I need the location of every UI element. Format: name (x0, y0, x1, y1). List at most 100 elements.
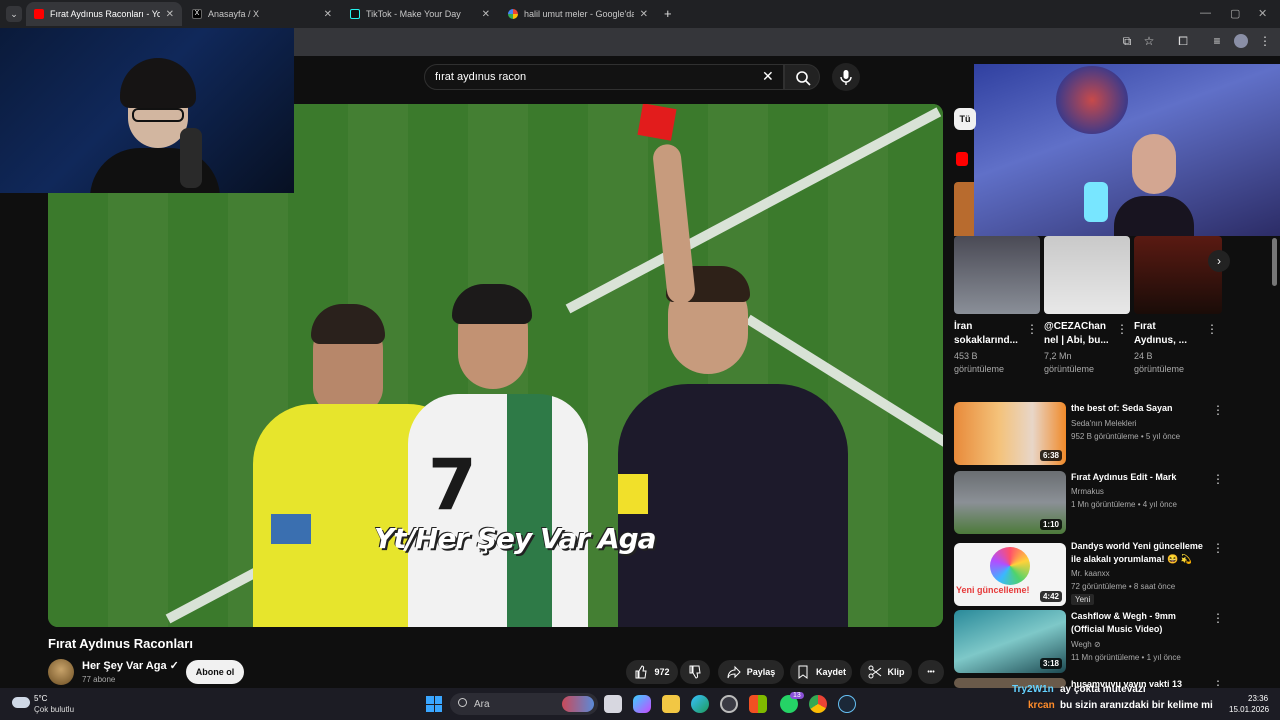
short-thumbnail[interactable] (1044, 236, 1130, 314)
close-tab-icon[interactable]: ✕ (482, 9, 490, 20)
short-views-line: 453 B (954, 351, 978, 361)
short-thumbnail[interactable] (1134, 236, 1222, 314)
video-thumbnail[interactable]: 6:38 (954, 402, 1066, 465)
voice-search-button[interactable] (832, 63, 860, 91)
weather-description[interactable]: Çok bulutlu (34, 705, 74, 714)
filter-chip-all[interactable]: Tü (954, 108, 976, 130)
video-thumbnail[interactable]: Yeni güncelleme! 4:42 (954, 543, 1066, 606)
short-title[interactable]: Fırat Aydınus, ... (1134, 320, 1187, 348)
channel-link[interactable]: Mrmakus (1071, 486, 1221, 497)
duration-badge: 4:42 (1039, 591, 1062, 602)
thumbs-down-icon (689, 665, 701, 679)
clock-time[interactable]: 23:36 (1248, 694, 1268, 703)
video-thumbnail[interactable]: 3:18 (954, 610, 1066, 673)
short-title-line: @CEZAChan (1044, 321, 1106, 332)
tab-title: Fırat Aydınus Raconları - YouTu (50, 9, 160, 19)
video-menu-icon[interactable]: ⋮ (1212, 611, 1224, 625)
share-button[interactable]: Paylaş (718, 660, 784, 684)
x-favicon-icon: X (192, 9, 202, 19)
tab-search-button[interactable]: ⌄ (6, 6, 22, 22)
shorts-next-button[interactable]: › (1208, 250, 1230, 272)
close-tab-icon[interactable]: ✕ (640, 9, 648, 20)
task-view-icon[interactable] (604, 695, 622, 713)
more-actions-button[interactable]: ••• (918, 660, 944, 684)
video-menu-icon[interactable]: ⋮ (1212, 541, 1224, 555)
channel-name[interactable]: Her Şey Var Aga ✓ (82, 659, 179, 672)
tab-youtube[interactable]: Fırat Aydınus Raconları - YouTu ✕ (26, 2, 182, 26)
youtube-favicon-icon (34, 9, 44, 19)
video-title-link[interactable]: Fırat Aydınus Edit - Mark (1071, 471, 1211, 484)
video-thumbnail[interactable]: 1:10 (954, 471, 1066, 534)
tab-x[interactable]: X Anasayfa / X ✕ (184, 2, 340, 26)
cast-icon[interactable]: ⧉ (1120, 34, 1134, 48)
short-title[interactable]: İran sokaklarınd... (954, 320, 1018, 348)
short-title-line: sokaklarınd... (954, 335, 1018, 346)
profile-avatar[interactable] (1234, 34, 1248, 48)
short-views-line: görüntüleme (1134, 364, 1185, 374)
short-views: 24 B görüntüleme (1134, 350, 1184, 376)
file-explorer-icon[interactable] (662, 695, 680, 713)
channel-link[interactable]: Seda'nın Melekleri (1071, 418, 1221, 429)
reading-list-icon[interactable]: ≡ (1210, 34, 1224, 48)
minimize-icon[interactable]: — (1200, 7, 1211, 19)
extensions-icon[interactable]: ⧠ (1176, 34, 1190, 48)
channel-link[interactable]: Wegh ⊘ (1071, 639, 1221, 650)
dislike-button[interactable] (680, 660, 710, 684)
windows-start-icon[interactable] (426, 696, 442, 712)
clip-button[interactable]: Klip (860, 660, 912, 684)
tab-tiktok[interactable]: TikTok - Make Your Day ✕ (342, 2, 498, 26)
close-tab-icon[interactable]: ✕ (324, 9, 332, 20)
save-button[interactable]: Kaydet (790, 660, 852, 684)
subscribe-button[interactable]: Abone ol (186, 660, 244, 684)
like-button[interactable]: 972 (626, 660, 678, 684)
cloud-weather-icon (12, 697, 30, 708)
close-window-icon[interactable]: ✕ (1258, 7, 1267, 20)
new-tab-button[interactable]: + (664, 6, 672, 21)
close-tab-icon[interactable]: ✕ (166, 9, 174, 20)
tab-title: TikTok - Make Your Day (366, 9, 461, 19)
short-views: 453 B görüntüleme (954, 350, 1004, 376)
clock-date[interactable]: 15.01.2026 (1229, 705, 1269, 714)
microphone-icon (840, 70, 852, 85)
weather-temperature[interactable]: 5°C (34, 694, 47, 703)
video-title-link[interactable]: Cashflow & Wegh - 9mm (Official Music Vi… (1071, 610, 1211, 636)
steam-icon[interactable] (838, 695, 856, 713)
video-meta: 11 Mn görüntüleme • 1 yıl önce (1071, 653, 1181, 662)
channel-avatar[interactable] (48, 659, 74, 685)
channel-link[interactable]: Mr. kaanxx (1071, 568, 1221, 579)
maximize-icon[interactable]: ▢ (1230, 7, 1240, 20)
short-thumbnail[interactable] (954, 236, 1040, 314)
video-menu-icon[interactable]: ⋮ (1212, 403, 1224, 417)
edge-icon[interactable] (691, 695, 709, 713)
bookmark-star-icon[interactable]: ☆ (1142, 34, 1156, 48)
short-menu-icon[interactable]: ⋮ (1026, 322, 1038, 336)
chrome-icon[interactable] (809, 695, 827, 713)
short-menu-icon[interactable]: ⋮ (1116, 322, 1128, 336)
search-input[interactable]: fırat aydınus racon (424, 64, 784, 90)
streamer-webcam-left (0, 28, 294, 193)
clear-search-icon[interactable]: ✕ (762, 68, 774, 85)
browser-tab-strip: ⌄ Fırat Aydınus Raconları - YouTu ✕ X An… (0, 0, 1280, 28)
streamer-figure (1114, 130, 1194, 236)
short-views-line: görüntüleme (954, 364, 1005, 374)
tiktok-favicon-icon (350, 9, 360, 19)
page-scrollbar-thumb[interactable] (1272, 238, 1277, 286)
video-title-link[interactable]: the best of: Seda Sayan (1071, 402, 1211, 415)
browser-menu-icon[interactable]: ⋮ (1258, 34, 1272, 48)
search-button[interactable] (784, 64, 820, 90)
short-title[interactable]: @CEZAChan nel | Abi, bu... (1044, 320, 1109, 348)
short-title-line: İran (954, 321, 973, 332)
chat-message: bu sizin aranızdaki bir kelime mi (1060, 700, 1213, 711)
video-menu-icon[interactable]: ⋮ (1212, 472, 1224, 486)
tab-google[interactable]: halil umut meler - Google'da Ar ✕ (500, 2, 656, 26)
thumbs-up-icon (635, 665, 648, 679)
video-title-link[interactable]: Dandys world Yeni güncelleme ile alakalı… (1071, 540, 1211, 566)
copilot-icon[interactable] (633, 695, 651, 713)
short-menu-icon[interactable]: ⋮ (1206, 322, 1218, 336)
microsoft-store-icon[interactable] (749, 695, 767, 713)
short-thumbnail-peek (954, 182, 974, 236)
chat-username: krcan (1028, 700, 1055, 711)
bookmark-icon (798, 665, 808, 679)
clip-label: Klip (887, 667, 905, 677)
settings-gear-icon[interactable] (720, 695, 738, 713)
